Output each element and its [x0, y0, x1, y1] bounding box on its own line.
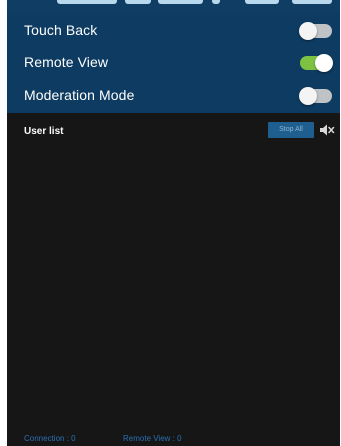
toggle-knob	[299, 87, 317, 105]
setting-row-remote-view: Remote View	[7, 47, 340, 77]
speaker-muted-icon[interactable]	[319, 123, 335, 137]
setting-row-touch-back: Touch Back	[7, 15, 340, 45]
clipped-header-shape	[292, 0, 332, 4]
toggle-knob	[299, 22, 317, 40]
touch-back-toggle[interactable]	[299, 22, 332, 40]
moderation-mode-toggle[interactable]	[299, 87, 332, 105]
clipped-header-shape	[125, 0, 151, 4]
user-list-title: User list	[24, 126, 64, 137]
setting-label-remote-view: Remote View	[24, 54, 109, 70]
setting-label-touch-back: Touch Back	[24, 22, 98, 38]
clipped-header-shape	[57, 0, 117, 4]
user-list-header: User list Stop All	[7, 113, 340, 147]
top-strip	[7, 0, 340, 13]
clipped-header-shape	[158, 0, 203, 4]
remote-view-toggle[interactable]	[300, 54, 333, 72]
setting-row-moderation-mode: Moderation Mode	[7, 80, 340, 110]
connection-count: Connection : 0	[24, 434, 76, 443]
setting-label-moderation-mode: Moderation Mode	[24, 87, 135, 103]
stop-all-button[interactable]: Stop All	[268, 122, 314, 138]
clipped-header-shape	[245, 0, 279, 4]
toggle-knob	[315, 54, 333, 72]
status-bar: Connection : 0 Remote View : 0	[7, 432, 340, 446]
clipped-header-shape	[212, 0, 220, 4]
app-frame: Touch Back Remote View Moderation Mode U…	[7, 0, 340, 446]
settings-panel: Touch Back Remote View Moderation Mode	[7, 13, 340, 113]
user-list	[7, 147, 340, 432]
remote-view-count: Remote View : 0	[123, 434, 182, 443]
